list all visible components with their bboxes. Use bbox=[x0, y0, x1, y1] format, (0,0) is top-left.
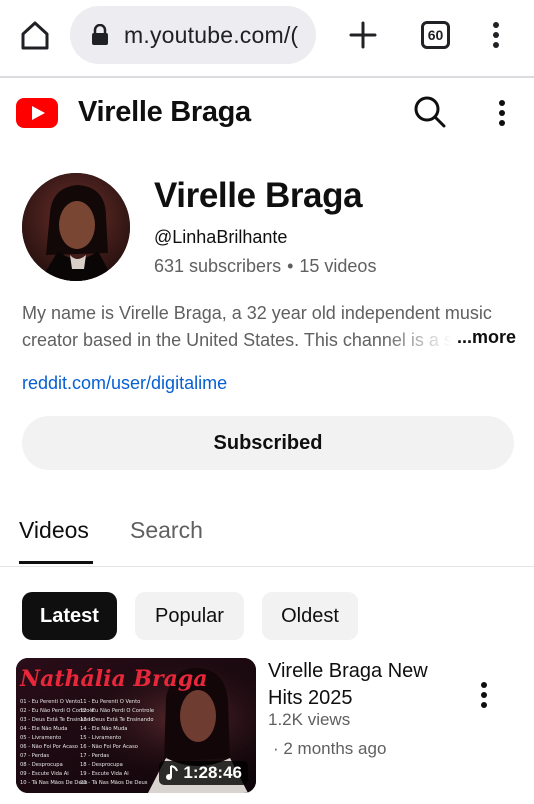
thumbnail-track-label: 11 - Eu Perenti O Vento bbox=[80, 699, 140, 705]
divider bbox=[0, 566, 534, 567]
tab-count: 60 bbox=[427, 27, 444, 43]
stats-separator: • bbox=[287, 256, 294, 276]
thumbnail-track-label: 12 - Eu Não Perdi O Controle bbox=[80, 708, 154, 714]
channel-link[interactable]: reddit.com/user/digitalime bbox=[22, 373, 227, 394]
active-tab-indicator bbox=[19, 561, 93, 564]
chip-oldest[interactable]: Oldest bbox=[262, 592, 358, 640]
channel-description[interactable]: My name is Virelle Braga, a 32 year old … bbox=[22, 300, 514, 354]
video-age: · 2 months ago bbox=[273, 739, 387, 758]
video-views: 1.2K views bbox=[268, 710, 351, 729]
video-duration: 1:28:46 bbox=[183, 763, 242, 782]
thumbnail-track-label: 07 - Perdas bbox=[20, 753, 49, 759]
music-note-icon bbox=[166, 765, 179, 780]
chip-latest[interactable]: Latest bbox=[22, 592, 117, 640]
video-count: 15 videos bbox=[299, 256, 377, 276]
thumbnail-track-label: 17 - Perdas bbox=[80, 753, 109, 759]
subscribed-button[interactable]: Subscribed bbox=[22, 416, 514, 470]
thumbnail-track-label: 15 - Livramento bbox=[80, 735, 121, 741]
subscriber-count: 631 subscribers bbox=[154, 256, 282, 276]
video-options-icon[interactable] bbox=[474, 680, 494, 710]
url-text: m.youtube.com/( bbox=[124, 22, 299, 48]
youtube-header: Virelle Braga bbox=[0, 78, 534, 150]
video-title[interactable]: Virelle Braga New Hits 2025 bbox=[268, 658, 458, 712]
thumbnail-track-label: 16 - Não Foi Por Acaso bbox=[80, 744, 138, 750]
thumbnail-track-label: 01 - Eu Perenti O Vento bbox=[20, 699, 80, 705]
tab-switcher-button[interactable]: 60 bbox=[421, 21, 450, 49]
search-icon[interactable] bbox=[412, 94, 448, 130]
channel-avatar[interactable] bbox=[22, 173, 130, 281]
chip-popular[interactable]: Popular bbox=[135, 592, 244, 640]
thumbnail-track-label: 10 - Tá Nas Mãos De Deus bbox=[20, 779, 88, 786]
video-duration-badge: 1:28:46 bbox=[159, 761, 248, 785]
thumbnail-track-label: 09 - Escute Vida Ai bbox=[20, 771, 69, 777]
thumbnail-track-label: 06 - Não Foi Por Acaso bbox=[20, 744, 78, 750]
header-title: Virelle Braga bbox=[78, 96, 251, 128]
tab-videos[interactable]: Videos bbox=[19, 517, 89, 544]
thumbnail-title-text: Nathália Braga bbox=[19, 666, 207, 692]
new-tab-icon[interactable] bbox=[348, 20, 378, 50]
more-options-icon[interactable] bbox=[492, 98, 512, 128]
browser-menu-icon[interactable] bbox=[486, 20, 506, 50]
thumbnail-track-label: 05 - Livramento bbox=[20, 735, 61, 741]
thumbnail-track-label: 08 - Desprocupa bbox=[20, 762, 63, 768]
browser-toolbar: m.youtube.com/( 60 bbox=[0, 0, 534, 76]
home-icon[interactable] bbox=[18, 18, 52, 52]
channel-handle: @LinhaBrilhante bbox=[154, 227, 288, 247]
channel-name: Virelle Braga bbox=[154, 176, 363, 215]
thumbnail-track-label: 13 - Deus Está Te Ensinando bbox=[80, 716, 154, 723]
description-more-button[interactable]: ...more bbox=[457, 327, 516, 348]
description-line: creator based in the United States. This… bbox=[22, 327, 452, 354]
thumbnail-track-label: 20 - Tá Nas Mãos De Deus bbox=[80, 779, 148, 786]
channel-stats: 631 subscribers • 15 videos bbox=[154, 256, 376, 277]
youtube-logo-icon[interactable] bbox=[16, 98, 58, 128]
thumbnail-track-label: 18 - Desprocupa bbox=[80, 762, 123, 768]
thumbnail-track-label: 19 - Escute Vida Ai bbox=[80, 771, 129, 777]
thumbnail-track-label: 14 - Ele Não Muda bbox=[80, 726, 127, 732]
thumbnail-track-label: 04 - Ele Não Muda bbox=[20, 726, 67, 732]
video-thumbnail[interactable]: Nathália Braga 01 - Eu Perenti O Vento 02… bbox=[16, 658, 256, 793]
tab-search[interactable]: Search bbox=[130, 517, 203, 544]
address-bar[interactable]: m.youtube.com/( bbox=[70, 6, 316, 64]
description-line: My name is Virelle Braga, a 32 year old … bbox=[22, 303, 492, 323]
lock-icon bbox=[90, 23, 110, 46]
